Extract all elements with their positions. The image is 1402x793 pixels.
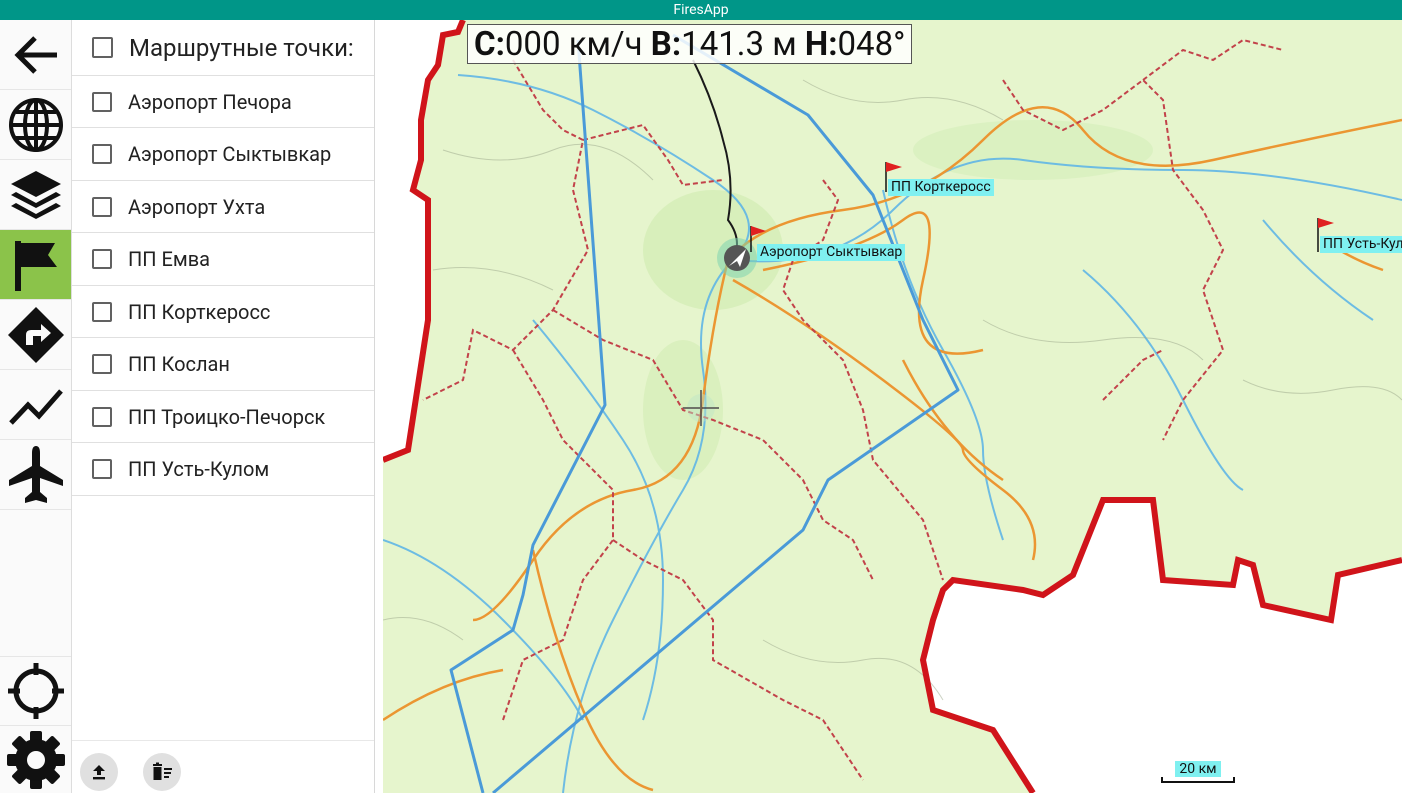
list-item[interactable]: Аэропорт Сыктывкар (72, 128, 374, 181)
list-item-checkbox[interactable] (92, 91, 112, 112)
list-item-label: Аэропорт Ухта (128, 194, 266, 219)
altitude-key: В: (650, 24, 682, 64)
map-label-ust-kulom[interactable]: ПП Усть-Кулом (1320, 236, 1402, 253)
list-item[interactable]: Аэропорт Печора (72, 76, 374, 128)
airplane-icon (8, 445, 63, 503)
list-item[interactable]: ПП Емва (72, 233, 374, 286)
flights-button[interactable] (0, 440, 71, 510)
directions-icon (7, 306, 64, 363)
list-item[interactable]: ПП Троицко-Печорск (72, 391, 374, 443)
crosshairs-icon (7, 663, 64, 719)
list-item[interactable]: Аэропорт Ухта (72, 181, 374, 233)
panel-title: Маршрутные точки: (129, 33, 354, 62)
list-item-label: Аэропорт Печора (128, 89, 292, 114)
panel-footer (72, 740, 374, 793)
map-label-kortkeross[interactable]: ПП Корткеросс (888, 179, 994, 196)
upload-button[interactable] (80, 753, 118, 791)
gear-icon (6, 730, 65, 789)
layers-button[interactable] (0, 160, 71, 230)
select-all-checkbox[interactable] (92, 37, 113, 58)
upload-icon (93, 765, 105, 780)
list-item-checkbox[interactable] (92, 354, 112, 374)
list-item-label: ПП Корткеросс (128, 299, 271, 324)
speed-value: 000 км/ч (504, 24, 643, 64)
telemetry-hud: С: 000 км/ч В: 141.3 м Н: 048° (467, 24, 913, 64)
altitude-value: 141.3 м (681, 24, 797, 64)
heading-key: Н: (804, 24, 838, 64)
flag-icon (14, 240, 57, 291)
route-points-button[interactable] (0, 230, 71, 300)
list-item-checkbox[interactable] (92, 144, 112, 164)
chart-line-icon (8, 388, 63, 425)
list-item[interactable]: ПП Кослан (72, 338, 374, 391)
speed-key: С: (474, 24, 505, 64)
map-scale-label: 20 км (1175, 761, 1221, 777)
delete-list-icon (153, 762, 172, 780)
layers-icon (10, 170, 61, 219)
list-item-label: Аэропорт Сыктывкар (128, 142, 332, 166)
list-item-label: ПП Кослан (128, 352, 230, 376)
globe-button[interactable] (0, 90, 71, 160)
list-item-checkbox[interactable] (92, 459, 112, 479)
settings-button[interactable] (0, 726, 71, 793)
list-item-label: ПП Емва (128, 247, 211, 271)
navigation-button[interactable] (0, 300, 71, 370)
list-item[interactable]: ПП Усть-Кулом (72, 443, 374, 496)
map-scale-line (1161, 777, 1235, 783)
track-button[interactable] (0, 370, 71, 440)
list-item-checkbox[interactable] (92, 301, 112, 322)
list-item-checkbox[interactable] (92, 249, 112, 269)
app-title-bar: FiresApp (0, 0, 1402, 20)
list-item-label: ПП Троицко-Печорск (128, 404, 326, 429)
back-button[interactable] (0, 20, 71, 90)
map-scale-bar: 20 км (1161, 761, 1235, 783)
map-view[interactable]: С: 000 км/ч В: 141.3 м Н: 048° ПП Корткерос… (383, 20, 1402, 793)
select-all-row[interactable]: Маршрутные точки: (72, 20, 374, 76)
globe-icon (8, 97, 63, 152)
list-item-label: ПП Усть-Кулом (128, 457, 270, 481)
app-title: FiresApp (673, 2, 729, 18)
arrow-left-icon (13, 35, 57, 74)
list-item-checkbox[interactable] (92, 196, 112, 217)
map-land-area (383, 20, 1402, 793)
list-item-checkbox[interactable] (92, 406, 112, 427)
list-item[interactable]: ПП Корткеросс (72, 286, 374, 338)
left-toolbar (0, 20, 72, 793)
map-canvas[interactable] (383, 20, 1402, 793)
route-points-panel: Маршрутные точки: Аэропорт Печора Аэропо… (72, 20, 375, 793)
heading-value: 048° (837, 24, 906, 64)
map-label-syktyvkar[interactable]: Аэропорт Сыктывкар (757, 244, 906, 261)
delete-list-button[interactable] (143, 753, 181, 791)
my-location-button[interactable] (0, 656, 71, 726)
